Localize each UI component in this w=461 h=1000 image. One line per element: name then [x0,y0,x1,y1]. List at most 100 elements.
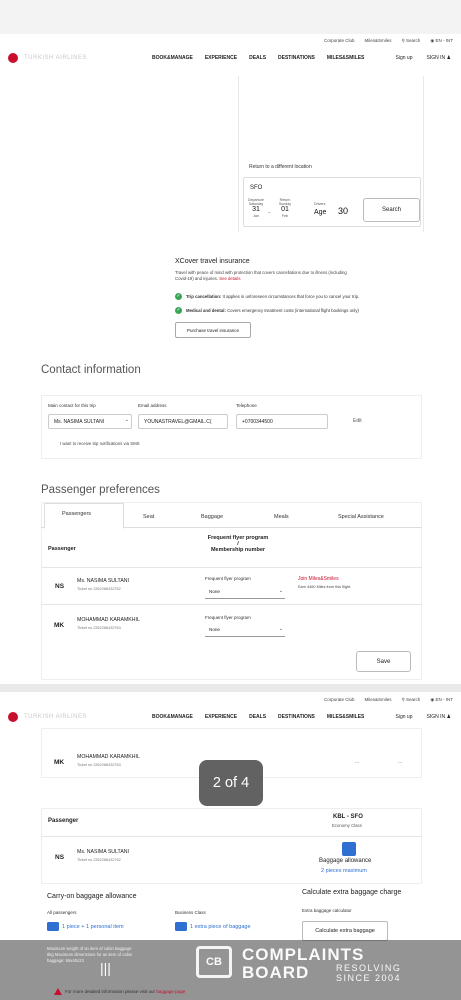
watermark-line1: COMPLAINTS [242,945,365,964]
departure-month: Jan [253,214,259,218]
search-link[interactable]: ⚲ Search [402,38,421,44]
ff-program-select[interactable]: None ⌄ [205,624,285,637]
calculate-baggage-button[interactable]: Calculate extra baggage [302,921,388,941]
xcover-item-medical: ✓ Medical and dental: Covers emergency t… [175,307,359,314]
turkish-airlines-logo-icon[interactable] [8,712,18,722]
phone-label: Telephone [236,403,257,408]
tab-seat[interactable]: Seat [143,514,154,520]
xcover-description: Travel with peace of mind with protectio… [175,270,415,282]
nav-miles-smiles[interactable]: MILES&SMILES [327,714,365,720]
main-nav: TURKISH AIRLINES BOOK&MANAGE EXPERIENCE … [0,708,461,726]
see-details-link[interactable]: See details [219,276,240,281]
signin-link[interactable]: SIGN IN ♟ [427,55,452,61]
miles-smiles-link[interactable]: Miles&Smiles [364,697,391,703]
signin-label: SIGN IN [426,55,446,61]
signup-link[interactable]: Sign up [396,55,413,61]
check-icon: ✓ [175,307,182,314]
row-divider [41,604,422,605]
signup-link[interactable]: Sign up [396,714,413,720]
main-contact-select[interactable]: Ms. NASIMA SULTANI ⌄ [48,414,132,429]
departure-date[interactable]: Departure Saturday 31 Jan [245,198,267,218]
baggage-icon [342,842,356,856]
note-line3: baggage: 55x40x23 [47,958,84,963]
passenger-name: Ms. NASIMA SULTANI [77,849,129,855]
screenshot-divider [0,684,461,692]
search-button[interactable]: Search [363,198,420,222]
ff-program-value: None [209,627,220,632]
edit-contact-link[interactable]: Edit [353,418,362,424]
search-link[interactable]: ⚲ Search [402,697,421,703]
age-label: Age [314,209,327,216]
sms-option[interactable]: I want to receive trip notifications via… [60,441,140,446]
nav-experience[interactable]: EXPERIENCE [205,55,237,61]
user-icon: ♟ [446,714,451,720]
row-divider [41,567,422,568]
search-link-label: Search [406,697,421,702]
tab-passengers-label[interactable]: Passengers [62,511,91,517]
language-selector[interactable]: ◉ EN - INT [430,38,453,44]
calc-sub-label: Extra baggage calculator [302,908,352,913]
passenger-ticket: Ticket no 2352288432762 [77,858,121,862]
corporate-club-link[interactable]: Corporate Club [324,697,355,703]
top-margin [0,0,461,34]
baggage-pieces: 2 pieces maximum [321,868,367,874]
watermark-line2: BOARD [242,963,310,982]
allowance-business: 1 extra piece of baggage [190,924,251,930]
miles-smiles-link[interactable]: Miles&Smiles [364,38,391,44]
medical-text: Covers emergency treatment costs (intern… [227,308,359,313]
age-value[interactable]: 30 [338,206,348,216]
join-miles-smiles-link[interactable]: Join Miles&Smiles [298,576,339,582]
warning-icon [54,988,62,995]
nav-deals[interactable]: DEALS [249,714,266,720]
corporate-club-link[interactable]: Corporate Club [324,38,355,44]
business-class-label: Business Class [175,910,206,915]
purchase-insurance-button[interactable]: Purchase travel insurance [175,322,251,338]
main-nav: TURKISH AIRLINES BOOK&MANAGE EXPERIENCE … [0,49,461,67]
ff-program-label: Frequent flyer program [205,576,251,581]
return-date[interactable]: Return Sunday 01 Feb [274,198,296,218]
main-contact-label: Main contact for this trip [48,403,96,408]
nav-experience[interactable]: EXPERIENCE [205,714,237,720]
passenger-initials: NS [55,854,65,861]
recents-icon[interactable]: ||| [100,960,111,976]
trip-cancel-text: It applies in unforeseen circumstances t… [222,294,360,299]
baggage-passenger-label: Passenger [48,818,79,824]
check-icon: ✓ [175,293,182,300]
xcover-title: XCover travel insurance [175,258,250,265]
passenger-name: MOHAMMAD KARAMKHIL [77,754,140,760]
phone-field[interactable]: +0700344500 [236,414,328,429]
baggage-page-link[interactable]: baggage page [156,989,185,994]
email-field[interactable]: YOUNASTRAVEL@GMAIL.C( [138,414,228,429]
tab-meals[interactable]: Meals [274,514,289,520]
main-contact-value: Ms. NASIMA SULTANI [54,419,105,425]
baggage-allowance-label: Baggage allowance [319,858,372,864]
allowance-all: 1 piece + 1 personal item [62,924,124,930]
trip-cancel-bold: Trip cancellation: [186,294,222,299]
passenger-ticket: Ticket no 2352288432763 [77,763,121,767]
departure-date-num: 31 [252,206,260,213]
ff-program-value: None [209,589,220,594]
ff-program-select[interactable]: None ⌄ [205,586,285,599]
location-value: SFO [250,185,263,191]
row-divider [41,836,422,837]
turkish-airlines-logo-icon[interactable] [8,53,18,63]
tab-baggage[interactable]: Baggage [201,514,223,520]
passenger-name: Ms. NASIMA SULTANI [77,578,129,584]
language-selector[interactable]: ◉ EN - INT [430,697,453,703]
xcover-item-trip: ✓ Trip cancellation: It applies in unfor… [175,293,359,300]
complaintsboard-logo: CB [196,946,232,978]
watermark-tagline: RESOLVING SINCE 2004 [336,963,401,983]
signin-link[interactable]: SIGN IN ♟ [427,714,452,720]
nav-book-manage[interactable]: BOOK&MANAGE [152,714,193,720]
page-counter: 2 of 4 [199,760,263,806]
nav-miles-smiles[interactable]: MILES&SMILES [327,55,365,61]
nav-deals[interactable]: DEALS [249,55,266,61]
nav-destinations[interactable]: DESTINATIONS [278,55,315,61]
utility-bar: Corporate Club Miles&Smiles ⚲ Search ◉ E… [324,697,453,703]
tab-special-assistance[interactable]: Special Assistance [338,514,384,520]
save-button[interactable]: Save [356,651,411,672]
email-label: Email address [138,403,167,408]
nav-destinations[interactable]: DESTINATIONS [278,714,315,720]
nav-book-manage[interactable]: BOOK&MANAGE [152,55,193,61]
return-location-label[interactable]: Return to a different location [249,164,312,170]
